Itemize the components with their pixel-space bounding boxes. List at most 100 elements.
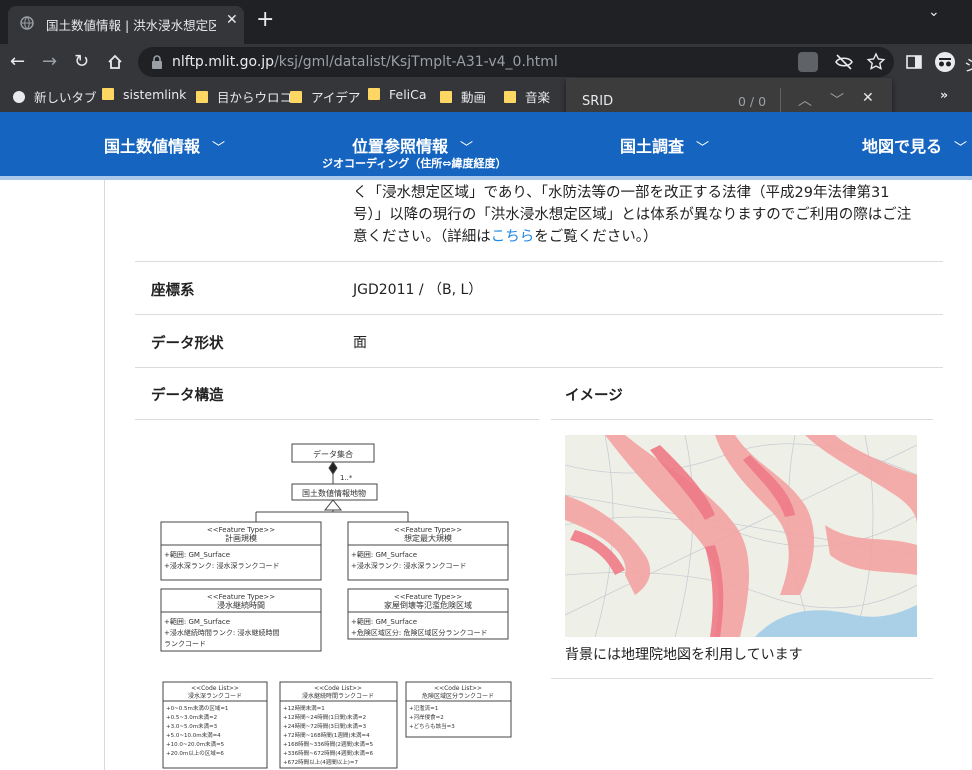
details-link[interactable]: こちら <box>491 229 535 245</box>
nav-label: 地図で見る <box>862 137 943 156</box>
chevron-down-icon: ﹀ <box>212 141 226 156</box>
bookmark-label: 新しいタブ <box>34 90 97 105</box>
browser-toolbar: ← → ↻ nlftp.mlit.go.jp/ksj/gml/datalist/… <box>0 44 972 80</box>
uml-codelist-item: +5.0~10.0m未満=4 <box>166 731 221 739</box>
chevron-down-icon: ﹀ <box>460 141 474 156</box>
uml-class-name: 家屋倒壊等氾濫危険区域 <box>384 600 472 610</box>
lock-icon[interactable] <box>150 54 164 70</box>
close-tab-icon[interactable]: ✕ <box>226 12 238 28</box>
divider <box>551 419 933 420</box>
globe-icon <box>20 16 34 30</box>
chevron-down-icon: ﹀ <box>696 141 710 156</box>
url-host: nlftp.mlit.go.jp <box>172 54 275 70</box>
nav-item-location[interactable]: 位置参照情報 ﹀ <box>352 133 473 157</box>
url-text[interactable]: nlftp.mlit.go.jp/ksj/gml/datalist/KsjTmp… <box>172 54 558 70</box>
divider <box>551 678 933 679</box>
image-caption: 背景には地理院地図を利用しています <box>565 647 803 663</box>
home-icon[interactable] <box>106 53 124 71</box>
find-close-icon[interactable]: ✕ <box>862 90 874 106</box>
uml-attribute: +浸水深ランク: 浸水深ランクコード <box>164 561 279 570</box>
uml-codelist-item: +12時間~24時間(1日間)未満=2 <box>283 713 366 721</box>
uml-multiplicity: 1..* <box>340 474 353 482</box>
eye-off-icon[interactable] <box>834 52 854 72</box>
uml-codelist-item: +10.0~20.0m未満=5 <box>166 740 225 748</box>
nav-item-survey[interactable]: 国土調査 ﹀ <box>620 133 709 157</box>
folder-icon <box>504 91 516 103</box>
data-structure-diagram: データ集合 1..* 国土数値情報地物 <<Feature Type>> 計画規… <box>160 443 512 769</box>
forward-arrow-icon[interactable]: → <box>42 50 57 74</box>
uml-class-name: 浸水継続時間 <box>217 600 265 610</box>
bookmark-label: 動画 <box>461 90 487 105</box>
uml-attribute: +範囲: GM_Surface <box>351 617 417 626</box>
uml-codelist-item: +672時間以上(4週間以上)=7 <box>283 758 359 766</box>
uml-codelist-item: +20.0m以上の区域=6 <box>166 749 224 757</box>
uml-stereotype: <<Code List>> <box>191 685 239 692</box>
bookmark-label: 目からウロコ <box>217 90 293 105</box>
uml-codelist-name: 危険区域区分ランクコード <box>422 692 494 700</box>
uml-attribute: ランクコード <box>164 640 206 648</box>
bookmark-folder[interactable]: sistemlink <box>102 87 186 102</box>
active-tab[interactable]: 国土数値情報 | 洪水浸水想定区域 ✕ <box>8 6 244 44</box>
uml-stereotype: <<Feature Type>> <box>394 526 462 534</box>
uml-codelist-item: +どちらも該当=3 <box>409 722 455 730</box>
bookmark-folder[interactable]: アイデア <box>290 87 360 106</box>
bookmark-label: 音楽 <box>525 90 551 105</box>
url-path: /ksj/gml/datalist/KsjTmplt-A31-v4_0.html <box>274 54 558 70</box>
bookmark-item[interactable]: 新しいタブ <box>12 87 97 106</box>
new-tab-icon[interactable]: + <box>256 8 274 32</box>
chevron-down-icon: ﹀ <box>954 141 968 156</box>
uml-codelist-item: +氾濫流=1 <box>409 704 438 712</box>
bookmark-label: sistemlink <box>123 87 187 102</box>
crs-label: 座標系 <box>151 283 195 299</box>
address-bar[interactable]: nlftp.mlit.go.jp/ksj/gml/datalist/KsjTmp… <box>138 47 894 77</box>
uml-stereotype: <<Feature Type>> <box>207 526 275 534</box>
uml-codelist-name: 浸水深ランクコード <box>188 692 242 700</box>
find-input[interactable]: SRID <box>582 94 613 109</box>
uml-codelist-item: +24時間~72時間(3日間)未満=3 <box>283 722 367 730</box>
main-content: く「浸水想定区域」であり、「水防法等の一部を改正する法律（平成29年法律第31 … <box>104 180 972 770</box>
bookmark-folder[interactable]: 音楽 <box>504 87 550 106</box>
bookmark-folder[interactable]: 動画 <box>440 87 486 106</box>
more-bookmarks-icon[interactable]: » <box>940 87 948 102</box>
uml-codelist-item: +72時間~168時間(1週間)未満=4 <box>283 731 370 739</box>
uml-attribute: +浸水深ランク: 浸水深ランクコード <box>351 561 466 570</box>
divider <box>135 419 539 420</box>
uml-codelist-item: +336時間~672時間(4週間)未満=6 <box>283 749 374 757</box>
incognito-icon[interactable] <box>934 51 956 73</box>
bookmark-label: FeliCa <box>389 87 427 102</box>
uml-class-name: 想定最大規模 <box>404 533 452 543</box>
bookmark-folder[interactable]: 目からウロコ <box>196 87 292 106</box>
reload-icon[interactable]: ↻ <box>74 50 89 74</box>
bookmark-folder[interactable]: FeliCa <box>368 87 427 102</box>
uml-codelist-item: +3.0~5.0m未満=3 <box>166 722 218 730</box>
nav-subtitle: ジオコーディング（住所⇔緯度経度） <box>322 157 507 170</box>
notice-text: く「浸水想定区域」であり、「水防法等の一部を改正する法律（平成29年法律第31 … <box>353 182 933 248</box>
shape-value: 面 <box>353 335 367 351</box>
uml-codelist-item: +0.5~3.0m未満=2 <box>166 713 217 721</box>
nav-item-map[interactable]: 地図で見る ﹀ <box>862 133 967 157</box>
tab-search-chevron-icon[interactable]: ⌄ <box>928 4 940 20</box>
uml-attribute: +範囲: GM_Surface <box>164 617 230 626</box>
nav-label: 国土調査 <box>620 137 685 156</box>
find-in-page-icon[interactable] <box>798 52 818 72</box>
flood-map-image <box>565 435 917 637</box>
find-next-icon[interactable]: ﹀ <box>830 90 844 110</box>
find-match-count: 0 / 0 <box>738 94 767 109</box>
shape-row: データ形状 面 <box>135 315 943 368</box>
uml-codelist-name: 浸水継続時間ランクコード <box>302 692 374 700</box>
tab-strip: 国土数値情報 | 洪水浸水想定区域 ✕ + ⌄ <box>0 0 972 44</box>
structure-heading: データ構造 <box>151 388 224 404</box>
bookmark-star-icon[interactable] <box>866 52 886 72</box>
uml-stereotype: <<Feature Type>> <box>394 593 462 601</box>
profile-label[interactable]: シ <box>964 52 972 76</box>
uml-class-name: 計画規模 <box>225 533 257 543</box>
side-panel-icon[interactable] <box>906 54 922 70</box>
uml-codelist-item: +12時間未満=1 <box>283 704 325 712</box>
nav-item-ksj[interactable]: 国土数値情報 ﹀ <box>104 133 225 157</box>
image-heading: イメージ <box>565 388 623 404</box>
tab-title: 国土数値情報 | 洪水浸水想定区域 <box>46 18 216 33</box>
back-arrow-icon[interactable]: ← <box>10 50 25 74</box>
nav-label: 国土数値情報 <box>104 137 201 156</box>
notice-text-part: をご覧ください。） <box>534 229 658 245</box>
find-previous-icon[interactable]: ︿ <box>798 90 812 110</box>
